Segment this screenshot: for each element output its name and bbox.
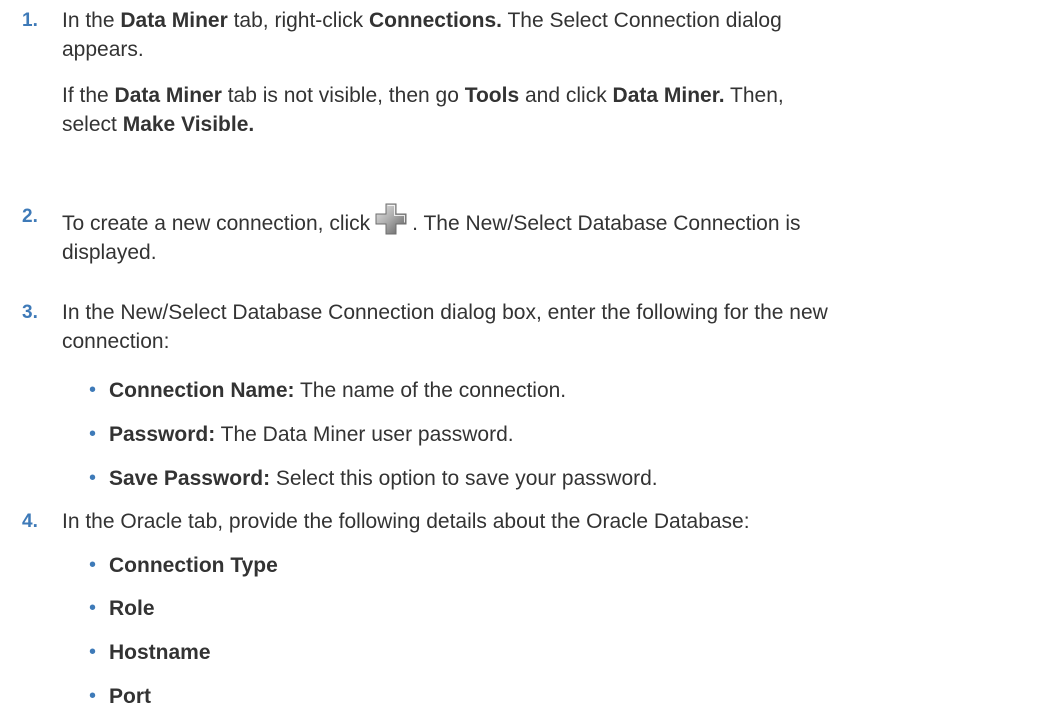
bullet-text: Port (109, 682, 151, 711)
step-1: 1. In the Data Miner tab, right-click Co… (0, 6, 1000, 139)
text-run: The Data Miner user password. (215, 423, 514, 446)
step-paragraph: To create a new connection, click . The … (62, 202, 1002, 238)
step-number: 3. (22, 302, 38, 323)
step-text: In the Oracle tab, provide the following… (62, 507, 1002, 536)
add-connection-icon (374, 202, 408, 236)
step-4: 4. In the Oracle tab, provide the follow… (0, 507, 1000, 536)
text-run: If the (62, 84, 115, 107)
bullet-dot: • (89, 554, 97, 576)
step-number: 4. (22, 511, 38, 532)
step-text: To create a new connection, click . The … (62, 202, 1002, 267)
step-note-cont: select Make Visible. (62, 110, 1002, 139)
text-run: Select this option to save your password… (270, 467, 658, 490)
text-run: select (62, 113, 123, 136)
step-paragraph: In the Data Miner tab, right-click Conne… (62, 6, 1002, 35)
bold-term: Data Miner (114, 84, 222, 107)
bold-term: Connection Name: (109, 379, 295, 402)
bold-term: Hostname (109, 641, 211, 664)
bullet-text: Connection Name: The name of the connect… (109, 376, 566, 405)
step-paragraph-cont: appears. (62, 38, 144, 61)
bullet-text: Connection Type (109, 551, 278, 580)
text-run: The Select Connection dialog (501, 9, 782, 32)
step-note: If the Data Miner tab is not visible, th… (62, 81, 1002, 110)
step-3: 3. In the New/Select Database Connection… (0, 298, 1000, 356)
bullet-text: Password: The Data Miner user password. (109, 420, 514, 449)
step-number: 1. (22, 10, 38, 31)
bold-term: Data Miner (120, 9, 228, 32)
bold-term: Make Visible. (122, 113, 255, 136)
bold-term: Password: (109, 423, 216, 446)
bullet-text: Hostname (109, 638, 211, 667)
step-number: 2. (22, 206, 38, 227)
step-text: In the Data Miner tab, right-click Conne… (62, 6, 1002, 139)
step-2: 2. To create a new connection, click . T… (0, 202, 1000, 267)
bullet-text: Save Password: Select this option to sav… (109, 464, 658, 493)
bold-term: Connection Type (109, 554, 278, 577)
bullet-dot: • (89, 685, 97, 707)
text-run: . The New/Select Database Connection is (412, 212, 801, 235)
bold-term: Save Password: (109, 467, 271, 490)
step-paragraph-cont: displayed. (62, 241, 157, 264)
text-run: Then, (724, 84, 784, 107)
step-paragraph: In the Oracle tab, provide the following… (62, 510, 750, 533)
step-paragraph-cont: connection: (62, 330, 170, 353)
bullet-text: Role (109, 594, 155, 623)
bold-term: Tools (464, 84, 520, 107)
step-paragraph: In the New/Select Database Connection di… (62, 301, 828, 324)
text-run: tab, right-click (227, 9, 369, 32)
text-run: and click (519, 84, 613, 107)
bold-term: Data Miner. (612, 84, 725, 107)
text-run: The name of the connection. (294, 379, 567, 402)
text-run: tab is not visible, then go (221, 84, 465, 107)
bold-term: Connections. (368, 9, 502, 32)
bullet-dot: • (89, 467, 97, 489)
bullet-dot: • (89, 597, 97, 619)
bold-term: Port (109, 685, 151, 708)
text-run: To create a new connection, click (62, 212, 371, 235)
bullet-dot: • (89, 423, 97, 445)
text-run: In the (62, 9, 121, 32)
bullet-dot: • (89, 379, 97, 401)
bullet-dot: • (89, 641, 97, 663)
bold-term: Role (109, 597, 155, 620)
step-text: In the New/Select Database Connection di… (62, 298, 1002, 356)
